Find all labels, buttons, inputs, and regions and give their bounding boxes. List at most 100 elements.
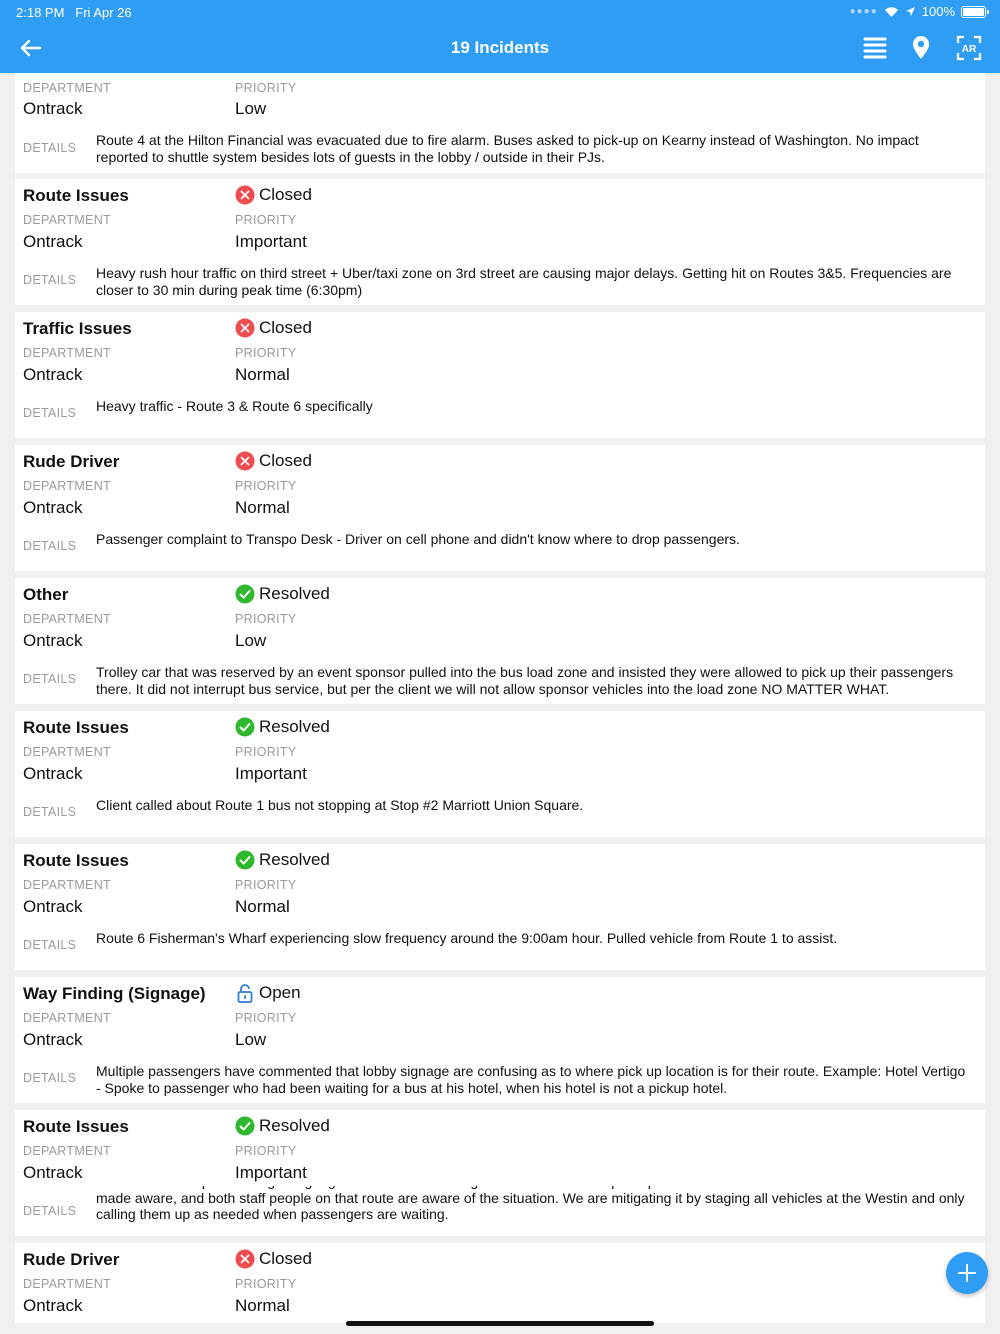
department-label: DEPARTMENT (23, 1144, 111, 1158)
priority-label: PRIORITY (235, 878, 297, 892)
details-text: Trolley car that was reserved by an even… (96, 664, 954, 697)
status-bar: 2:18 PM Fri Apr 26 ●●●● 100% (0, 0, 1000, 24)
map-pin-icon[interactable] (907, 34, 935, 62)
incident-title: Route Issues (23, 718, 129, 737)
location-arrow-icon (905, 7, 915, 16)
priority-label: PRIORITY (235, 745, 297, 759)
incident-title: Route Issues (23, 186, 129, 205)
details-label: DETAILS (23, 539, 77, 553)
status-text: Closed (259, 318, 312, 337)
department-label: DEPARTMENT (23, 213, 111, 227)
incident-card[interactable]: Route Issues Closed DEPARTMENT PRIORITY … (15, 179, 985, 305)
status-badge: Resolved (235, 717, 330, 737)
department-label: DEPARTMENT (23, 1011, 111, 1025)
closed-icon (235, 318, 255, 338)
incident-title: Route Issues (23, 1117, 129, 1136)
priority-value: Normal (235, 1296, 290, 1315)
details-label: DETAILS (23, 141, 77, 155)
priority-value: Normal (235, 498, 290, 517)
incident-title: Rude Driver (23, 1250, 120, 1269)
details-text: Marriott Union Square changed signage in… (96, 1186, 965, 1222)
department-value: Ontrack (23, 764, 83, 783)
priority-value: Important (235, 232, 307, 251)
priority-value: Low (235, 631, 267, 650)
status-right: ●●●● 100% (849, 4, 989, 19)
details-label: DETAILS (23, 672, 77, 686)
details-text: Heavy traffic - Route 3 & Route 6 specif… (96, 398, 373, 414)
add-incident-button[interactable] (946, 1252, 988, 1294)
department-value: Ontrack (23, 498, 83, 517)
department-value: Ontrack (23, 99, 83, 118)
incident-card[interactable]: Route Issues Resolved DEPARTMENT PRIORIT… (15, 711, 985, 837)
priority-value: Important (235, 1163, 307, 1182)
priority-label: PRIORITY (235, 81, 297, 95)
battery-icon (961, 5, 989, 18)
details-label: DETAILS (23, 273, 77, 287)
incident-card[interactable]: Route Issues Resolved DEPARTMENT PRIORIT… (15, 844, 985, 970)
status-badge: Resolved (235, 850, 330, 870)
incident-card[interactable]: DEPARTMENT PRIORITY Ontrack Low DETAILS … (15, 73, 985, 173)
details-text: Passenger complaint to Transpo Desk - Dr… (96, 531, 740, 547)
list-menu-icon[interactable] (861, 34, 889, 62)
incident-card[interactable]: Route Issues Resolved DEPARTMENT PRIORIT… (15, 1110, 985, 1236)
incident-title: Rude Driver (23, 452, 120, 471)
closed-icon (235, 451, 255, 471)
priority-value: Normal (235, 365, 290, 384)
details-text: Multiple passengers have commented that … (96, 1063, 966, 1096)
details-label: DETAILS (23, 406, 77, 420)
closed-icon (235, 1249, 255, 1269)
department-label: DEPARTMENT (23, 81, 111, 95)
details-label: DETAILS (23, 1204, 77, 1218)
incident-title: Traffic Issues (23, 319, 132, 338)
status-badge: Closed (235, 318, 312, 338)
priority-value: Low (235, 99, 267, 118)
details-label: DETAILS (23, 805, 77, 819)
status-text: Resolved (259, 1116, 330, 1135)
department-label: DEPARTMENT (23, 479, 111, 493)
details-text: Client called about Route 1 bus not stop… (96, 797, 584, 813)
department-value: Ontrack (23, 1030, 83, 1049)
department-label: DEPARTMENT (23, 878, 111, 892)
battery-percent: 100% (921, 4, 955, 19)
priority-value: Important (235, 764, 307, 783)
priority-label: PRIORITY (235, 213, 297, 227)
department-label: DEPARTMENT (23, 612, 111, 626)
details-label: DETAILS (23, 938, 77, 952)
department-label: DEPARTMENT (23, 1277, 111, 1291)
incident-card[interactable]: Traffic Issues Closed DEPARTMENT PRIORIT… (15, 312, 985, 438)
priority-label: PRIORITY (235, 346, 297, 360)
incident-card[interactable]: Rude Driver Closed DEPARTMENT PRIORITY O… (15, 445, 985, 571)
status-text: Open (259, 983, 301, 1002)
department-label: DEPARTMENT (23, 346, 111, 360)
status-badge: Closed (235, 185, 312, 205)
incident-card[interactable]: Rude Driver Closed DEPARTMENT PRIORITY O… (15, 1243, 985, 1323)
incident-card[interactable]: Other Resolved DEPARTMENT PRIORITY Ontra… (15, 578, 985, 704)
department-value: Ontrack (23, 1296, 83, 1315)
priority-value: Normal (235, 897, 290, 916)
details-text: Heavy rush hour traffic on third street … (96, 265, 952, 298)
priority-label: PRIORITY (235, 479, 297, 493)
incident-list: DEPARTMENT PRIORITY Ontrack Low DETAILS … (0, 73, 1000, 1323)
priority-label: PRIORITY (235, 1011, 297, 1025)
resolved-check-icon (235, 850, 255, 870)
status-badge: Open (235, 983, 301, 1003)
department-label: DEPARTMENT (23, 745, 111, 759)
status-badge: Closed (235, 451, 312, 471)
status-time: 2:18 PM Fri Apr 26 (16, 5, 132, 20)
navigation-bar: 19 Incidents AR (0, 24, 1000, 73)
status-text: Closed (259, 1249, 312, 1268)
status-text: Closed (259, 185, 312, 204)
ar-icon[interactable]: AR (955, 34, 983, 62)
department-value: Ontrack (23, 897, 83, 916)
incident-card[interactable]: Way Finding (Signage) Open DEPARTMENT PR… (15, 977, 985, 1103)
details-scroll[interactable]: Marriott Union Square changed signage in… (96, 1186, 976, 1232)
incident-title: Way Finding (Signage) (23, 984, 206, 1003)
home-indicator[interactable] (346, 1321, 654, 1326)
priority-label: PRIORITY (235, 1144, 297, 1158)
details-text: Route 4 at the Hilton Financial was evac… (96, 132, 919, 165)
ar-label: AR (962, 44, 977, 55)
details-label: DETAILS (23, 1071, 77, 1085)
department-value: Ontrack (23, 631, 83, 650)
signal-icon: ●●●● (849, 6, 878, 17)
priority-label: PRIORITY (235, 1277, 297, 1291)
